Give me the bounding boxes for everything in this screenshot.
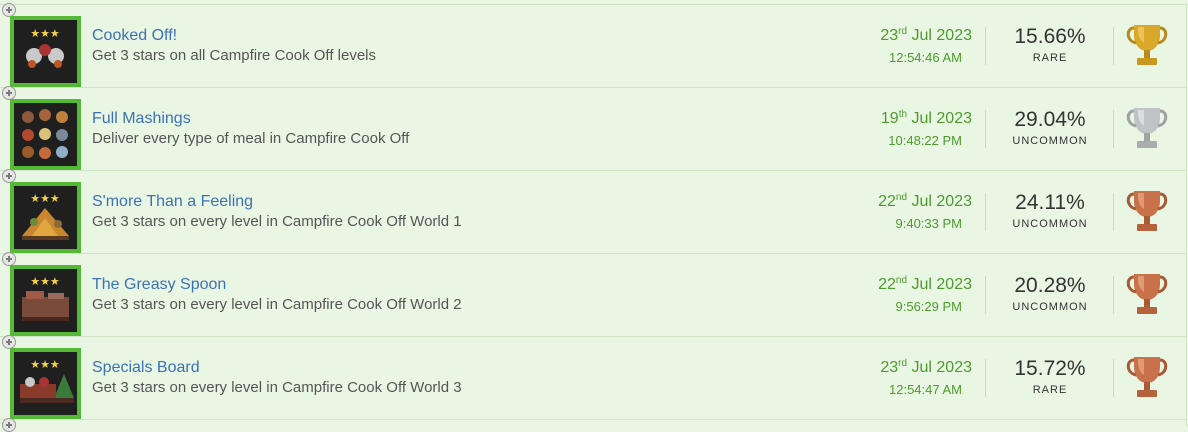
achievement-title[interactable]: Specials Board [92,359,200,377]
achievement-title[interactable]: S'more Than a Feeling [92,193,253,211]
date-day: 19 [880,110,899,127]
date-day: 23 [880,359,899,376]
date-day: 23 [880,27,899,44]
achievement-title[interactable]: The Greasy Spoon [92,276,226,294]
date-suffix: nd [895,275,908,286]
unlock-time: 12:54:46 AM [889,50,962,65]
unlock-time: 9:40:33 PM [895,216,963,231]
silver-trophy-icon [1124,104,1170,159]
achievement-description: Get 3 stars on every level in Campfire C… [92,296,462,313]
achievement-thumbnail: ★★★ [10,348,81,419]
unlock-percent: 29.04% [1014,108,1086,131]
achievement-description: Get 3 stars on all Campfire Cook Off lev… [92,47,377,64]
bronze-trophy-icon [1124,270,1170,325]
rarity-label: UNCOMMON [1012,218,1088,230]
rarity-label: UNCOMMON [1012,135,1088,147]
unlock-percent: 15.72% [1014,357,1086,380]
date-suffix: nd [895,192,908,203]
date-month-year: Jul 2023 [911,276,973,293]
divider [985,27,986,65]
unlock-time: 10:48:22 PM [888,133,962,148]
rarity-label: RARE [1032,384,1068,396]
achievement-thumbnail: ★★★ [10,265,81,336]
divider [1113,110,1114,148]
date-suffix: th [898,109,908,120]
expand-icon[interactable] [2,3,16,17]
achievement-row[interactable]: ★★★ S'more Than a Feeling Get 3 stars on… [0,169,1187,253]
divider [1113,359,1114,397]
rarity-label: UNCOMMON [1012,301,1088,313]
bronze-trophy-icon [1124,353,1170,408]
achievement-thumbnail: ★★★ [10,16,81,87]
unlock-date: 19th Jul 2023 [832,109,973,128]
svg-text:★★★: ★★★ [30,27,60,40]
achievement-row[interactable]: Full Mashings Deliver every type of meal… [0,86,1187,170]
expand-icon[interactable] [2,418,16,432]
date-suffix: rd [898,26,908,37]
unlock-date: 23rd Jul 2023 [832,358,973,377]
bronze-trophy-icon [1124,187,1170,242]
achievement-row[interactable]: ★★★ Cooked Off! Get 3 stars on all Campf… [0,3,1187,87]
divider [1113,27,1114,65]
svg-text:★★★: ★★★ [30,358,60,371]
achievement-title[interactable]: Cooked Off! [92,27,177,45]
svg-text:★★★: ★★★ [30,275,60,288]
achievement-row[interactable]: ★★★ Specials Board Get 3 stars on every … [0,335,1187,419]
expand-icon[interactable] [2,169,16,183]
expand-icon[interactable] [2,252,16,266]
date-day: 22 [878,276,896,293]
date-month-year: Jul 2023 [911,27,973,44]
achievement-thumbnail: ★★★ [10,182,81,253]
achievement-description: Deliver every type of meal in Campfire C… [92,130,410,147]
svg-text:★★★: ★★★ [30,192,60,205]
expand-icon[interactable] [2,86,16,100]
unlock-percent: 15.66% [1014,25,1086,48]
unlock-date: 22nd Jul 2023 [832,275,973,294]
achievement-list: ★★★ Cooked Off! Get 3 stars on all Campf… [0,0,1188,432]
date-suffix: rd [898,358,908,369]
divider [985,359,986,397]
achievement-description: Get 3 stars on every level in Campfire C… [92,213,462,230]
unlock-time: 9:56:29 PM [895,299,963,314]
expand-icon[interactable] [2,335,16,349]
divider [985,276,986,314]
divider [1113,276,1114,314]
date-month-year: Jul 2023 [911,110,973,127]
achievement-row[interactable]: ★★★ The Greasy Spoon Get 3 stars on ever… [0,252,1187,336]
gold-trophy-icon [1124,21,1170,76]
unlock-percent: 24.11% [1015,191,1085,214]
date-day: 22 [878,193,896,210]
achievement-title[interactable]: Full Mashings [92,110,191,128]
divider [1113,193,1114,231]
unlock-time: 12:54:47 AM [889,382,962,397]
unlock-date: 22nd Jul 2023 [832,192,973,211]
achievement-description: Get 3 stars on every level in Campfire C… [92,379,462,396]
unlock-percent: 20.28% [1014,274,1086,297]
divider [985,193,986,231]
date-month-year: Jul 2023 [911,359,973,376]
achievement-thumbnail [10,99,81,170]
divider [985,110,986,148]
date-month-year: Jul 2023 [911,193,973,210]
rarity-label: RARE [1032,52,1068,64]
unlock-date: 23rd Jul 2023 [832,26,973,45]
